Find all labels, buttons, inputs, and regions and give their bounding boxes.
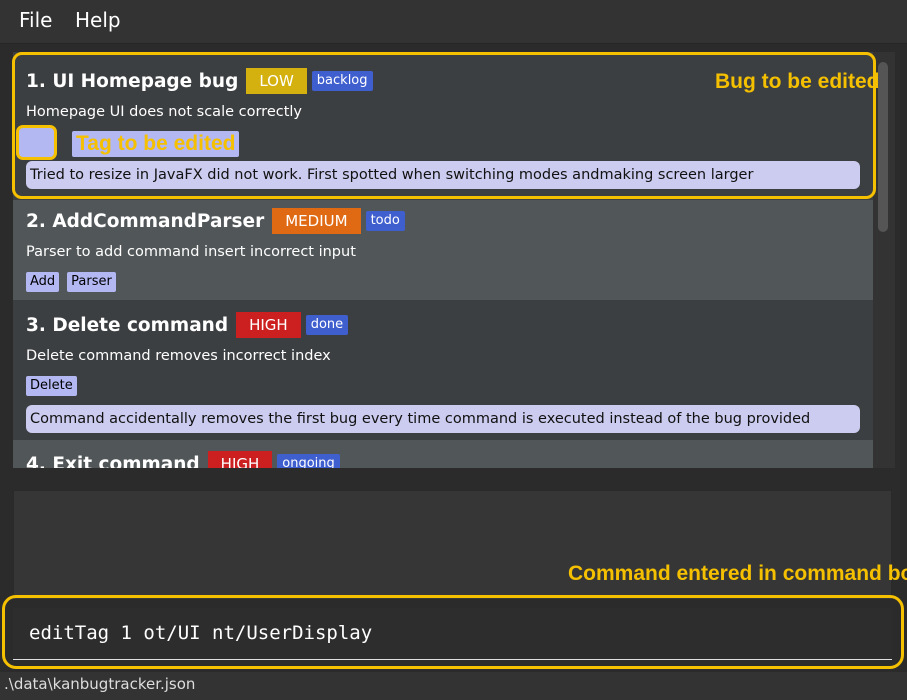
severity-badge: MEDIUM bbox=[272, 208, 361, 234]
list-scrollbar[interactable] bbox=[873, 52, 895, 468]
annotation-bug: Bug to be edited bbox=[715, 70, 880, 93]
tag-list: Add Parser bbox=[26, 272, 116, 292]
save-location: .\data\kanbugtracker.json bbox=[4, 675, 196, 693]
bug-title-row: 1. UI Homepage bug LOW backlog bbox=[26, 67, 373, 95]
tag: Parser bbox=[67, 272, 116, 292]
menu-bar: File Help bbox=[0, 0, 907, 44]
scroll-thumb[interactable] bbox=[878, 62, 888, 232]
status-badge: todo bbox=[365, 211, 405, 231]
severity-badge: HIGH bbox=[236, 312, 301, 338]
bug-list[interactable]: 1. UI Homepage bug LOW backlog Homepage … bbox=[13, 52, 873, 468]
bug-card[interactable]: 3. Delete command HIGH done Delete comma… bbox=[13, 300, 873, 440]
status-badge: ongoing bbox=[277, 454, 340, 468]
bug-description: Delete command removes incorrect index bbox=[26, 348, 331, 364]
bug-note: Tried to resize in JavaFX did not work. … bbox=[26, 161, 860, 189]
menu-help[interactable]: Help bbox=[75, 7, 121, 33]
bug-title: 3. Delete command bbox=[26, 314, 229, 336]
bug-card[interactable]: 2. AddCommandParser MEDIUM todo Parser t… bbox=[13, 200, 873, 300]
menu-file[interactable]: File bbox=[19, 7, 52, 33]
bug-title: 1. UI Homepage bug bbox=[26, 70, 239, 92]
bug-title-row: 2. AddCommandParser MEDIUM todo bbox=[26, 207, 405, 235]
bug-description: Homepage UI does not scale correctly bbox=[26, 104, 303, 120]
status-bar: .\data\kanbugtracker.json bbox=[0, 672, 907, 700]
command-box[interactable]: editTag 1 ot/UI nt/UserDisplay bbox=[13, 608, 892, 660]
severity-badge: HIGH bbox=[207, 451, 273, 468]
command-input[interactable]: editTag 1 ot/UI nt/UserDisplay bbox=[29, 622, 372, 644]
status-badge: backlog bbox=[311, 71, 373, 91]
status-badge: done bbox=[305, 315, 349, 335]
bug-description: Parser to add command insert incorrect i… bbox=[26, 244, 356, 260]
tag: Delete bbox=[26, 376, 77, 396]
bug-note: Command accidentally removes the first b… bbox=[26, 405, 860, 433]
tag: Add bbox=[26, 272, 60, 292]
bug-title-row: 4. Exit command HIGH ongoing bbox=[26, 450, 340, 468]
annotation-tag: Tag to be edited bbox=[72, 131, 240, 157]
bug-title: 4. Exit command bbox=[26, 453, 200, 469]
tag: UI bbox=[26, 132, 48, 152]
tag-list: Delete bbox=[26, 376, 77, 396]
bug-card[interactable]: 4. Exit command HIGH ongoing bbox=[13, 440, 873, 468]
annotation-command: Command entered in command box bbox=[568, 562, 907, 585]
bug-title-row: 3. Delete command HIGH done bbox=[26, 311, 349, 339]
severity-badge: LOW bbox=[246, 68, 307, 94]
bug-title: 2. AddCommandParser bbox=[26, 210, 265, 232]
tag-list: UI bbox=[26, 132, 48, 152]
